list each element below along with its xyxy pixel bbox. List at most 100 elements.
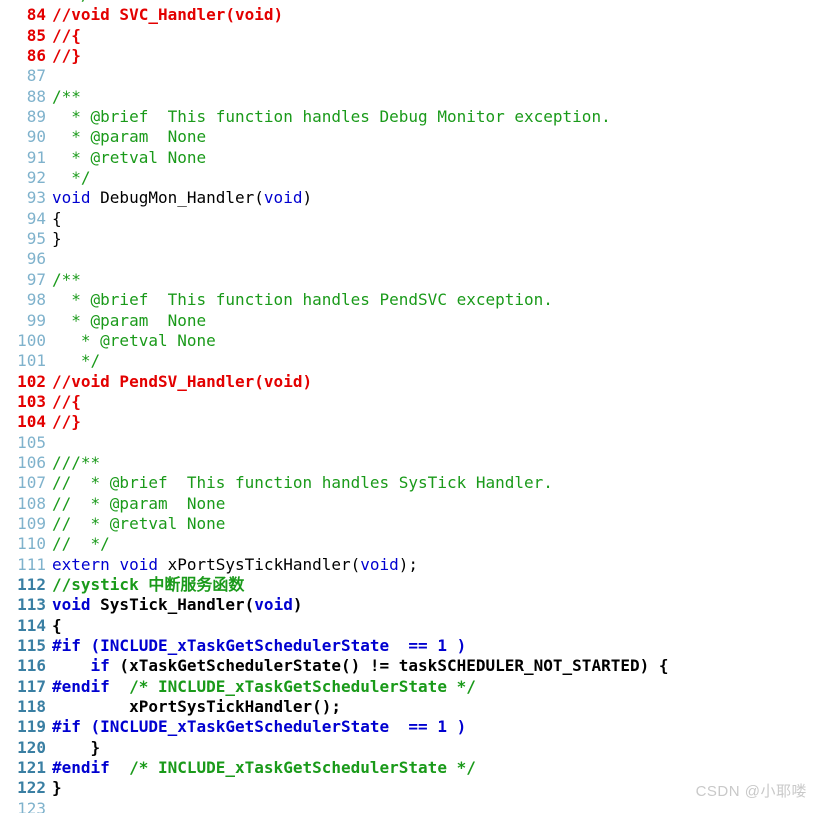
line-content[interactable]: * @retval None xyxy=(52,331,819,351)
line-content[interactable]: * @param None xyxy=(52,311,819,331)
code-line[interactable]: 104 //} xyxy=(0,412,819,432)
line-content[interactable]: // * @retval None xyxy=(52,514,819,534)
line-content[interactable]: #endif /* INCLUDE_xTaskGetSchedulerState… xyxy=(52,677,819,697)
code-line[interactable]: 84 //void SVC_Handler(void) xyxy=(0,5,819,25)
code-line[interactable]: 103 //{ xyxy=(0,392,819,412)
line-content[interactable]: xPortSysTickHandler(); xyxy=(52,697,819,717)
line-number: 121 xyxy=(17,758,46,778)
line-number: 85 xyxy=(26,25,46,45)
line-content[interactable]: // */ xyxy=(52,534,819,554)
line-number: 100 xyxy=(17,330,46,350)
code-line[interactable]: 113 void SysTick_Handler(void) xyxy=(0,595,819,615)
code-line[interactable]: 107 // * @brief This function handles Sys… xyxy=(0,473,819,493)
code-token: ///** xyxy=(52,452,101,472)
code-line[interactable]: 120 } xyxy=(0,738,819,758)
code-token: * @param None xyxy=(52,127,207,147)
code-line[interactable]: 110 // */ xyxy=(0,534,819,554)
code-token: ) xyxy=(292,595,303,615)
code-line[interactable]: 111 extern void xPortSysTickHandler(void)… xyxy=(0,555,819,575)
code-line[interactable]: 95} xyxy=(0,229,819,249)
code-editor[interactable]: 83 */84//void SVC_Handler(void)85//{86//… xyxy=(0,0,819,813)
code-line[interactable]: 97 /** xyxy=(0,270,819,290)
code-line[interactable]: 94 { xyxy=(0,209,819,229)
line-content[interactable]: //} xyxy=(52,46,819,66)
code-line[interactable]: 108 // * @param None xyxy=(0,494,819,514)
line-number: 87 xyxy=(26,66,46,86)
line-number: 88 xyxy=(26,86,46,106)
line-content[interactable]: extern void xPortSysTickHandler(void); xyxy=(52,555,819,575)
line-content[interactable]: { xyxy=(52,209,819,229)
code-token: if xyxy=(90,656,110,676)
code-line[interactable]: 121 #endif /* INCLUDE_xTaskGetSchedulerSt… xyxy=(0,758,819,778)
line-content[interactable]: //systick 中断服务函数 xyxy=(52,575,819,595)
code-line[interactable]: 114 { xyxy=(0,616,819,636)
code-token: //void SVC_Handler(void) xyxy=(52,5,284,25)
line-content[interactable]: //void PendSV_Handler(void) xyxy=(52,372,819,392)
code-line[interactable]: 87 xyxy=(0,66,819,86)
line-content[interactable]: //void SVC_Handler(void) xyxy=(52,5,819,25)
code-token: #if (INCLUDE_xTaskGetSchedulerState == 1… xyxy=(52,636,467,655)
code-line[interactable]: 86 //} xyxy=(0,46,819,66)
code-line[interactable]: 118 xPortSysTickHandler(); xyxy=(0,697,819,717)
line-content[interactable]: * @param None xyxy=(52,127,819,147)
code-line[interactable]: 117 #endif /* INCLUDE_xTaskGetSchedulerSt… xyxy=(0,677,819,697)
code-line[interactable]: 115 #if (INCLUDE_xTaskGetSchedulerState =… xyxy=(0,636,819,656)
line-content[interactable]: //} xyxy=(52,412,819,432)
code-line[interactable]: 116 if (xTaskGetSchedulerState() != task… xyxy=(0,656,819,676)
code-line[interactable]: 99 * @param None xyxy=(0,311,819,331)
code-line[interactable]: 98 * @brief This function handles PendSV… xyxy=(0,290,819,310)
code-line[interactable]: 92 */ xyxy=(0,168,819,188)
code-line[interactable]: 96 xyxy=(0,249,819,269)
code-token: //void PendSV_Handler(void) xyxy=(52,371,313,391)
line-content[interactable]: #if (INCLUDE_xTaskGetSchedulerState == 1… xyxy=(52,636,819,656)
line-content[interactable]: #endif /* INCLUDE_xTaskGetSchedulerState… xyxy=(52,758,819,778)
line-content[interactable]: * @retval None xyxy=(52,148,819,168)
line-content[interactable]: ///** xyxy=(52,453,819,473)
line-content[interactable]: */ xyxy=(52,351,819,371)
line-content[interactable]: } xyxy=(52,738,819,758)
code-line[interactable]: 101 */ xyxy=(0,351,819,371)
code-line[interactable]: 106 ///** xyxy=(0,453,819,473)
line-number: 107 xyxy=(17,473,46,493)
code-line[interactable]: 100 * @retval None xyxy=(0,331,819,351)
line-number: 101 xyxy=(17,351,46,371)
code-line[interactable]: 102 //void PendSV_Handler(void) xyxy=(0,372,819,392)
code-line[interactable]: 85 //{ xyxy=(0,26,819,46)
code-line[interactable]: 112 //systick 中断服务函数 xyxy=(0,575,819,595)
code-token: //{ xyxy=(52,391,81,411)
code-line[interactable]: 93 void DebugMon_Handler(void) xyxy=(0,188,819,208)
code-line[interactable]: 109 // * @retval None xyxy=(0,514,819,534)
code-line[interactable]: 119 #if (INCLUDE_xTaskGetSchedulerState =… xyxy=(0,717,819,737)
line-content[interactable]: * @brief This function handles PendSVC e… xyxy=(52,290,819,310)
code-token: // * @brief This function handles SysTic… xyxy=(52,473,553,493)
code-lines-container[interactable]: 83 */84//void SVC_Handler(void)85//{86//… xyxy=(0,0,819,813)
line-content[interactable]: //{ xyxy=(52,26,819,46)
line-content[interactable]: if (xTaskGetSchedulerState() != taskSCHE… xyxy=(52,656,819,676)
code-token: extern xyxy=(52,554,110,574)
line-content[interactable]: void SysTick_Handler(void) xyxy=(52,595,819,615)
line-content[interactable]: /** xyxy=(52,270,819,290)
code-line[interactable]: 105 xyxy=(0,433,819,453)
line-content[interactable]: /** xyxy=(52,87,819,107)
code-line[interactable]: 90 * @param None xyxy=(0,127,819,147)
code-line[interactable]: 88 /** xyxy=(0,87,819,107)
code-line[interactable]: 91 * @retval None xyxy=(0,148,819,168)
line-number: 102 xyxy=(17,371,46,391)
line-number: 91 xyxy=(26,147,46,167)
line-content[interactable]: #if (INCLUDE_xTaskGetSchedulerState == 1… xyxy=(52,717,819,737)
line-content[interactable]: { xyxy=(52,616,819,636)
code-token: * @brief This function handles Debug Mon… xyxy=(52,107,611,127)
line-content[interactable]: void DebugMon_Handler(void) xyxy=(52,188,819,208)
line-content[interactable]: } xyxy=(52,229,819,249)
line-content[interactable]: // * @brief This function handles SysTic… xyxy=(52,473,819,493)
line-content[interactable]: // * @param None xyxy=(52,494,819,514)
line-number: 114 xyxy=(17,615,46,635)
line-number: 97 xyxy=(26,269,46,289)
line-content[interactable]: //{ xyxy=(52,392,819,412)
code-token: #endif xyxy=(52,758,110,778)
line-content[interactable]: */ xyxy=(52,168,819,188)
line-content[interactable]: * @brief This function handles Debug Mon… xyxy=(52,107,819,127)
code-line[interactable]: 89 * @brief This function handles Debug … xyxy=(0,107,819,127)
